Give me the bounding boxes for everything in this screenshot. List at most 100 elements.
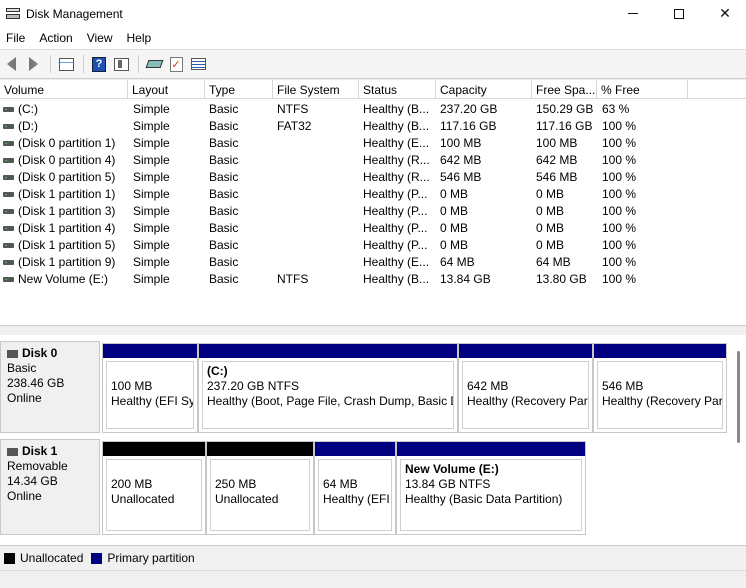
partition-bar <box>199 344 457 358</box>
list-view-button[interactable] <box>189 55 207 73</box>
cell-pct: 100 % <box>602 238 637 252</box>
check-icon: ✓ <box>169 56 183 72</box>
cell-volume: (Disk 0 partition 5) <box>18 170 116 184</box>
volume-list[interactable]: Volume Layout Type File System Status Ca… <box>0 80 746 325</box>
table-row[interactable]: (Disk 1 partition 5) Simple Basic Healthy (… <box>0 237 746 254</box>
close-button[interactable]: ✕ <box>702 0 746 27</box>
cell-volume: (Disk 0 partition 4) <box>18 153 116 167</box>
partition-size: 642 MB <box>467 379 509 393</box>
forward-button[interactable] <box>24 55 42 73</box>
table-row[interactable]: (Disk 1 partition 3) Simple Basic Healthy (… <box>0 203 746 220</box>
table-row[interactable]: (Disk 0 partition 5) Simple Basic Healthy (… <box>0 169 746 186</box>
cell-free: 642 MB <box>536 153 578 167</box>
cell-pct: 100 % <box>602 153 637 167</box>
pane-splitter[interactable] <box>0 325 746 335</box>
disk-1-partition-e[interactable]: New Volume (E:) 13.84 GB NTFS Healthy (Bas… <box>396 441 586 535</box>
legend-primary-partition: Primary partition <box>107 551 195 565</box>
maximize-icon <box>674 8 684 19</box>
column-header-type[interactable]: Type <box>205 80 273 99</box>
cell-status: Healthy (B... <box>363 272 430 286</box>
check-button[interactable]: ✓ <box>167 55 185 73</box>
disk-0-partition-1[interactable]: 100 MB Healthy (EFI Sys <box>102 343 198 433</box>
partition-title <box>602 364 718 379</box>
column-header-status[interactable]: Status <box>359 80 436 99</box>
volume-drive-icon <box>3 107 14 112</box>
cell-free: 0 MB <box>536 221 565 235</box>
disk-state: Online <box>7 489 42 503</box>
column-header-percent-free[interactable]: % Free <box>597 80 688 99</box>
legend-unallocated: Unallocated <box>20 551 84 565</box>
back-button[interactable] <box>2 55 20 73</box>
disk-1-partition-efi[interactable]: 64 MB Healthy (EFI <box>314 441 396 535</box>
volume-drive-icon <box>3 192 14 197</box>
partition-title <box>323 462 387 477</box>
partition-status: Healthy (Recovery Part <box>602 394 723 408</box>
menu-help[interactable]: Help <box>120 31 159 45</box>
table-row[interactable]: (C:) Simple Basic NTFS Healthy (B... 237.20 G… <box>0 101 746 118</box>
disk-0-partition-4[interactable]: 642 MB Healthy (Recovery Part <box>458 343 593 433</box>
cell-type: Basic <box>209 255 239 269</box>
minimize-button[interactable] <box>610 0 656 27</box>
cell-capacity: 0 MB <box>440 187 469 201</box>
cell-type: Basic <box>209 238 239 252</box>
cell-pct: 100 % <box>602 187 637 201</box>
disk-0-label[interactable]: Disk 0 Basic 238.46 GB Online <box>0 341 100 433</box>
disk-1-label[interactable]: Disk 1 Removable 14.34 GB Online <box>0 439 100 535</box>
cell-type: Basic <box>209 102 239 116</box>
cell-status: Healthy (R... <box>363 170 430 184</box>
table-row[interactable]: (Disk 0 partition 4) Simple Basic Healthy (… <box>0 152 746 169</box>
volume-drive-icon <box>3 260 14 265</box>
disk-1-unallocated-1[interactable]: 200 MB Unallocated <box>102 441 206 535</box>
column-header-volume[interactable]: Volume <box>0 80 128 99</box>
table-row[interactable]: New Volume (E:) Simple Basic NTFS Healthy (B… <box>0 271 746 288</box>
forward-arrow-icon <box>28 57 38 71</box>
cell-type: Basic <box>209 136 239 150</box>
help-button[interactable]: ? <box>90 55 108 73</box>
table-row[interactable]: (D:) Simple Basic FAT32 Healthy (B... 117.16 … <box>0 118 746 135</box>
toolbar-separator <box>138 55 139 73</box>
scrollbar-thumb[interactable] <box>737 351 740 443</box>
partition-title: New Volume (E:) <box>405 462 499 476</box>
column-header-layout[interactable]: Layout <box>128 80 205 99</box>
partition-title <box>111 462 197 477</box>
disk-icon <box>7 349 18 358</box>
cell-pct: 100 % <box>602 272 637 286</box>
disk-0-partition-c[interactable]: (C:) 237.20 GB NTFS Healthy (Boot, Page Fi… <box>198 343 458 433</box>
menu-view[interactable]: View <box>80 31 120 45</box>
cell-capacity: 100 MB <box>440 136 482 150</box>
menu-file[interactable]: File <box>0 31 32 45</box>
cell-layout: Simple <box>133 238 170 252</box>
cell-fs: FAT32 <box>277 119 312 133</box>
cell-volume: (Disk 1 partition 4) <box>18 221 116 235</box>
disk-0-partition-5[interactable]: 546 MB Healthy (Recovery Part <box>593 343 727 433</box>
disk-kind: Removable <box>7 459 68 473</box>
partition-bar <box>594 344 726 358</box>
cell-pct: 100 % <box>602 255 637 269</box>
list-view-icon <box>190 58 206 70</box>
disk-1-unallocated-2[interactable]: 250 MB Unallocated <box>206 441 314 535</box>
cell-capacity: 237.20 GB <box>440 102 498 116</box>
column-header-free-space[interactable]: Free Spa... <box>532 80 597 99</box>
cell-capacity: 642 MB <box>440 153 482 167</box>
cell-status: Healthy (B... <box>363 119 430 133</box>
partition-status: Healthy (Recovery Part <box>467 394 589 408</box>
cell-type: Basic <box>209 221 239 235</box>
table-row[interactable]: (Disk 1 partition 9) Simple Basic Healthy (… <box>0 254 746 271</box>
menu-action[interactable]: Action <box>32 31 79 45</box>
maximize-button[interactable] <box>656 0 702 27</box>
vertical-scrollbar[interactable] <box>734 347 744 533</box>
column-header-file-system[interactable]: File System <box>273 80 359 99</box>
cell-free: 150.29 GB <box>536 102 594 116</box>
cell-layout: Simple <box>133 221 170 235</box>
table-row[interactable]: (Disk 1 partition 4) Simple Basic Healthy (… <box>0 220 746 237</box>
show-hide-pane-button[interactable] <box>112 55 130 73</box>
partition-bar <box>207 442 313 456</box>
column-header-capacity[interactable]: Capacity <box>436 80 532 99</box>
connect-disk-button[interactable] <box>145 55 163 73</box>
partition-status: Unallocated <box>111 492 175 506</box>
partition-status: Healthy (Boot, Page File, Crash Dump, Ba… <box>207 394 454 408</box>
table-row[interactable]: (Disk 0 partition 1) Simple Basic Healthy (… <box>0 135 746 152</box>
table-row[interactable]: (Disk 1 partition 1) Simple Basic Healthy (… <box>0 186 746 203</box>
partition-title <box>111 364 189 379</box>
properties-button[interactable] <box>57 55 75 73</box>
